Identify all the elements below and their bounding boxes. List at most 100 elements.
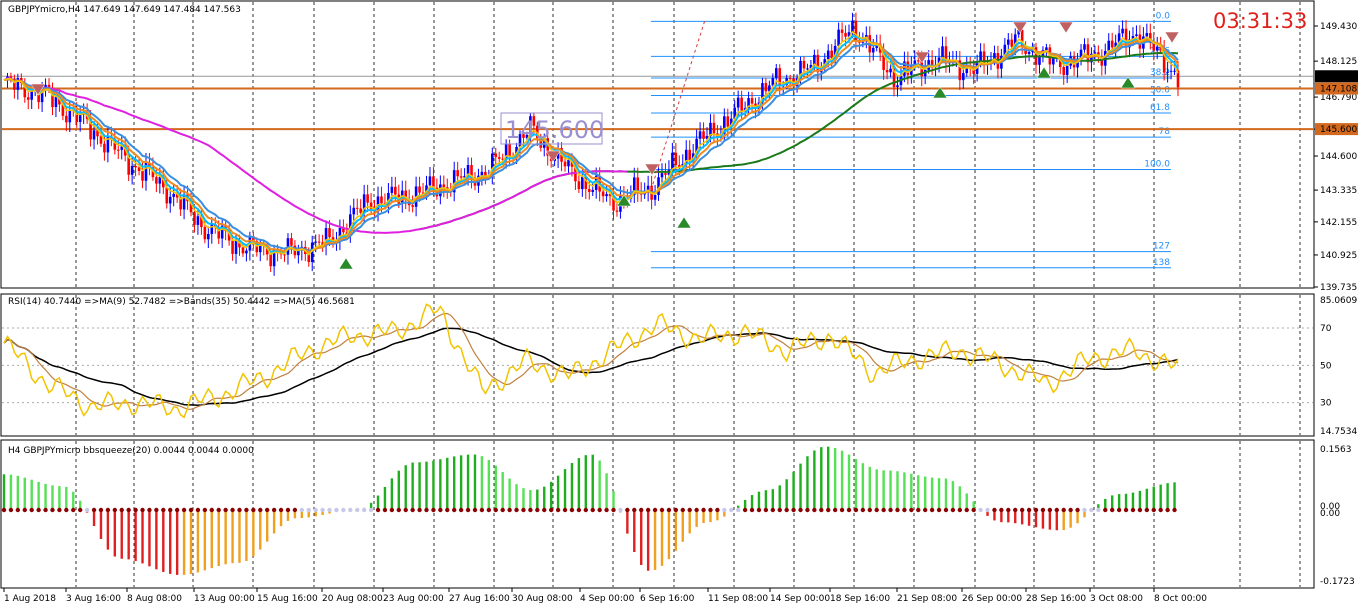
squeeze-dot [264, 507, 270, 513]
squeeze-bar [16, 475, 20, 510]
time-tick-label: 21 Sep 08:00 [897, 594, 957, 604]
time-tick-label: 26 Sep 00:00 [962, 594, 1022, 604]
squeeze-dot [1013, 507, 1018, 513]
squeeze-dot [452, 507, 457, 513]
squeeze-dot [50, 507, 55, 513]
price-bar-body [1007, 39, 1010, 45]
squeeze-bar [695, 510, 698, 527]
squeeze-bar [92, 510, 96, 527]
price-bar-body [1062, 66, 1066, 75]
squeeze-dot [985, 507, 990, 513]
main-price-panel[interactable] [0, 0, 1315, 289]
squeeze-dot [604, 507, 609, 513]
squeeze-dot [770, 507, 776, 513]
squeeze-dot [410, 507, 415, 513]
trading-chart[interactable]: 0.023.638.250.061.878100.0127138 145.600… [0, 0, 1358, 608]
squeeze-dot [542, 507, 547, 513]
squeeze-bar [806, 456, 809, 510]
price-bar-body [241, 247, 245, 254]
squeeze-dot [964, 507, 969, 513]
squeeze-dot [659, 507, 665, 513]
squeeze-bar [750, 495, 754, 510]
time-tick-label: 15 Aug 16:00 [257, 594, 318, 604]
squeeze-dot [999, 507, 1004, 513]
rsi-tick-label: 14.7534 [1320, 427, 1357, 437]
squeeze-bar [210, 510, 213, 569]
price-bar-body [1045, 47, 1048, 51]
squeeze-dot [514, 507, 519, 513]
price-bar-body [1110, 40, 1114, 48]
price-tick-label: 139.735 [1320, 283, 1357, 293]
squeeze-axis[interactable]: 0.15630.000.00-0.1723 [1320, 445, 1355, 587]
squeeze-bar [259, 510, 262, 550]
price-bar-body [456, 170, 459, 177]
squeeze-bar [272, 510, 276, 534]
time-tick-label: 30 Aug 08:00 [512, 594, 573, 604]
squeeze-dot [618, 507, 623, 513]
squeeze-dot [271, 507, 277, 513]
squeeze-dot [1130, 507, 1136, 513]
squeeze-dot [929, 507, 935, 513]
squeeze-dot [112, 507, 118, 513]
squeeze-dot [874, 507, 879, 513]
squeeze-dot [438, 507, 443, 513]
price-bar-body [116, 149, 120, 151]
price-bar-body [442, 184, 446, 188]
price-tick-label: 142.155 [1320, 218, 1357, 228]
squeeze-bar [653, 510, 657, 570]
squeeze-dot [742, 507, 748, 513]
price-bar-body [165, 187, 169, 204]
price-bar-body [328, 228, 331, 238]
squeeze-bar [549, 481, 553, 510]
squeeze-dot [860, 507, 866, 513]
squeeze-dot [576, 507, 582, 513]
squeeze-bar [425, 461, 428, 510]
squeeze-bar [522, 488, 525, 510]
price-bar-body [65, 115, 68, 123]
squeeze-tick-label: 0.00 [1320, 509, 1340, 519]
price-bar-body [615, 210, 619, 212]
squeeze-bar [930, 477, 934, 510]
price-bar-body [1166, 71, 1169, 73]
squeeze-dot [992, 507, 997, 513]
squeeze-dot [417, 507, 422, 513]
squeeze-dot [1137, 507, 1143, 513]
price-bar-body [601, 191, 605, 197]
rsi-tick-label: 85.0609 [1320, 296, 1357, 306]
time-tick-label: 11 Sep 08:00 [708, 594, 768, 604]
price-bar-body [844, 32, 847, 37]
squeeze-bar [487, 460, 491, 510]
squeeze-dot [368, 507, 374, 513]
price-axis[interactable]: 149.430 148.125 146.790 145.600 144.600 143.3… [1314, 22, 1358, 293]
time-tick-label: 23 Aug 00:00 [383, 594, 444, 604]
price-bar-body [411, 205, 414, 207]
squeeze-bar [106, 510, 110, 550]
price-bar-body [26, 97, 30, 100]
squeeze-bar [99, 510, 103, 539]
squeeze-bar [633, 510, 636, 553]
rsi-axis[interactable]: 85.0609 70 50 30 14.7534 [1320, 296, 1357, 437]
squeeze-bar [446, 457, 449, 510]
squeeze-bar [238, 510, 241, 563]
squeeze-dot [936, 507, 942, 513]
squeeze-dot [853, 507, 859, 513]
squeeze-bar [660, 510, 664, 566]
time-axis[interactable]: 1 Aug 2018 3 Aug 16:00 8 Aug 08:00 13 Aug 0… [3, 588, 1207, 604]
squeeze-bar [667, 510, 671, 560]
squeeze-dot [382, 507, 388, 513]
squeeze-bar [646, 510, 650, 571]
squeeze-bar [515, 484, 518, 510]
squeeze-bar [778, 485, 781, 510]
squeeze-bar [217, 510, 220, 567]
squeeze-bar [30, 479, 33, 510]
price-bar-body [871, 47, 875, 53]
squeeze-dot [64, 507, 69, 513]
level-label-text: 145.600 [505, 116, 604, 144]
time-tick-label: 14 Sep 00:00 [770, 594, 830, 604]
squeeze-dot [445, 507, 450, 513]
price-bar-body [1135, 34, 1138, 37]
time-tick-label: 3 Aug 16:00 [66, 594, 121, 604]
squeeze-dot [1123, 507, 1129, 513]
price-bar-body [889, 68, 892, 73]
squeeze-dot [355, 507, 360, 513]
